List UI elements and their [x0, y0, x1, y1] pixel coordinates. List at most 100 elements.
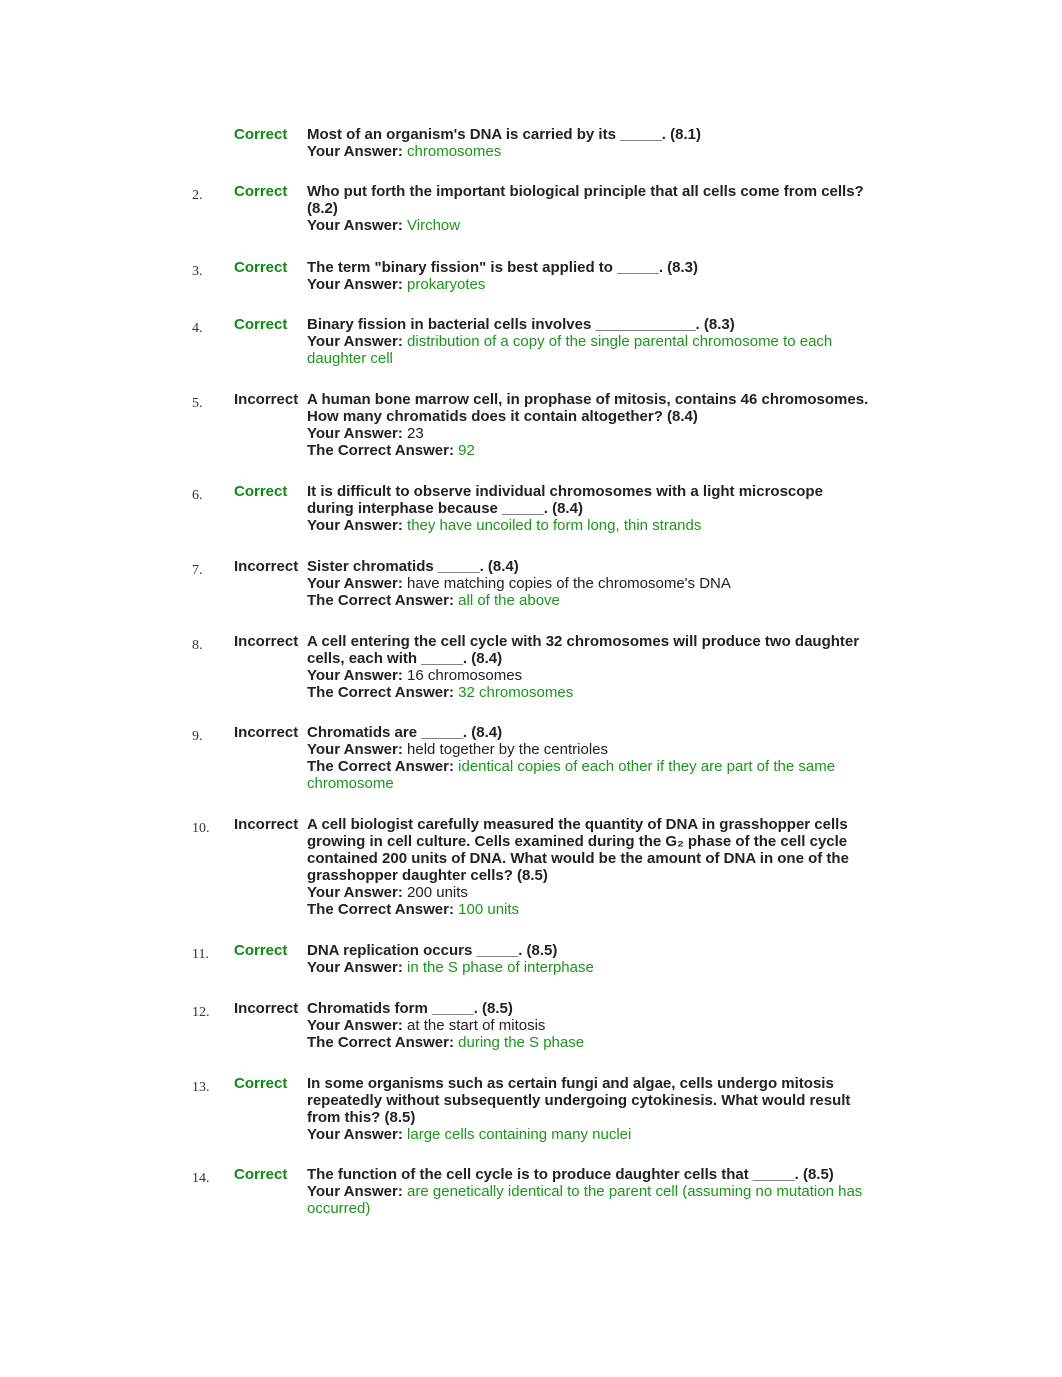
question-body: Most of an organism's DNA is carried by …	[307, 126, 872, 160]
your-answer-line: Your Answer: chromosomes	[307, 143, 872, 160]
question-text: Sister chromatids _____. (8.4)	[307, 558, 519, 575]
question-number: 3.	[192, 264, 203, 279]
correct-answer-line: The Correct Answer: during the S phase	[307, 1034, 872, 1051]
your-answer-line: Your Answer: held together by the centri…	[307, 741, 872, 758]
question-body: A cell entering the cell cycle with 32 c…	[307, 633, 872, 701]
correct-answer-line: The Correct Answer: 92	[307, 442, 872, 459]
your-answer-value: Virchow	[407, 217, 461, 234]
your-answer-line: Your Answer: they have uncoiled to form …	[307, 517, 872, 534]
question-text: DNA replication occurs _____. (8.5)	[307, 942, 558, 959]
your-answer-value: in the S phase of interphase	[407, 959, 594, 976]
result-status: Incorrect	[234, 633, 299, 650]
question-text: Chromatids form _____. (8.5)	[307, 1000, 513, 1017]
your-answer-value: held together by the centrioles	[407, 741, 608, 758]
correct-answer-line: The Correct Answer: identical copies of …	[307, 758, 872, 792]
question-text: Most of an organism's DNA is carried by …	[307, 126, 701, 143]
question-number: 6.	[192, 488, 203, 503]
question-number: 2.	[192, 188, 203, 203]
correct-answer-label: The Correct Answer:	[307, 901, 454, 918]
question-body: The term "binary fission" is best applie…	[307, 259, 872, 293]
your-answer-value: 16 chromosomes	[407, 667, 523, 684]
question-body: DNA replication occurs _____. (8.5) Your…	[307, 942, 872, 976]
your-answer-line: Your Answer: are genetically identical t…	[307, 1183, 872, 1217]
result-status: Correct	[234, 1166, 288, 1183]
your-answer-label: Your Answer:	[307, 1017, 403, 1034]
your-answer-line: Your Answer: have matching copies of the…	[307, 575, 872, 592]
your-answer-line: Your Answer: 23	[307, 425, 872, 442]
correct-answer-label: The Correct Answer:	[307, 592, 454, 609]
your-answer-value: chromosomes	[407, 143, 502, 160]
question-text: In some organisms such as certain fungi …	[307, 1075, 851, 1126]
your-answer-line: Your Answer: large cells containing many…	[307, 1126, 872, 1143]
your-answer-label: Your Answer:	[307, 276, 403, 293]
correct-answer-label: The Correct Answer:	[307, 442, 454, 459]
question-text: The term "binary fission" is best applie…	[307, 259, 699, 276]
correct-answer-label: The Correct Answer:	[307, 684, 454, 701]
result-status: Correct	[234, 483, 288, 500]
correct-answer-value: 32 chromosomes	[458, 684, 574, 701]
your-answer-label: Your Answer:	[307, 741, 403, 758]
quiz-results-page: Correct Most of an organism's DNA is car…	[0, 0, 1062, 1377]
question-text: It is difficult to observe individual ch…	[307, 483, 823, 517]
question-number: 11.	[192, 947, 209, 962]
your-answer-line: Your Answer: in the S phase of interphas…	[307, 959, 872, 976]
question-number: 5.	[192, 396, 203, 411]
question-body: Binary fission in bacterial cells involv…	[307, 316, 872, 367]
your-answer-label: Your Answer:	[307, 1183, 403, 1200]
your-answer-value: 23	[407, 425, 424, 442]
question-text: The function of the cell cycle is to pro…	[307, 1166, 834, 1183]
your-answer-label: Your Answer:	[307, 333, 403, 350]
question-body: The function of the cell cycle is to pro…	[307, 1166, 872, 1217]
question-number: 9.	[192, 729, 203, 744]
your-answer-line: Your Answer: Virchow	[307, 217, 872, 234]
question-text: A cell biologist carefully measured the …	[307, 816, 849, 884]
question-body: Sister chromatids _____. (8.4) Your Answ…	[307, 558, 872, 609]
your-answer-value: large cells containing many nuclei	[407, 1126, 632, 1143]
result-status: Correct	[234, 126, 288, 143]
question-number: 13.	[192, 1080, 210, 1095]
question-number: 8.	[192, 638, 203, 653]
your-answer-label: Your Answer:	[307, 425, 403, 442]
question-text: A human bone marrow cell, in prophase of…	[307, 391, 869, 425]
your-answer-label: Your Answer:	[307, 143, 403, 160]
result-status: Correct	[234, 316, 288, 333]
question-text: A cell entering the cell cycle with 32 c…	[307, 633, 860, 667]
your-answer-value: prokaryotes	[407, 276, 486, 293]
question-number: 12.	[192, 1005, 210, 1020]
result-status: Correct	[234, 1075, 288, 1092]
question-text: Binary fission in bacterial cells involv…	[307, 316, 735, 333]
your-answer-label: Your Answer:	[307, 667, 403, 684]
your-answer-label: Your Answer:	[307, 575, 403, 592]
question-body: Chromatids are _____. (8.4) Your Answer:…	[307, 724, 872, 792]
correct-answer-line: The Correct Answer: 100 units	[307, 901, 872, 918]
your-answer-line: Your Answer: prokaryotes	[307, 276, 872, 293]
result-status: Correct	[234, 183, 288, 200]
your-answer-label: Your Answer:	[307, 517, 403, 534]
correct-answer-label: The Correct Answer:	[307, 1034, 454, 1051]
question-number: 14.	[192, 1171, 210, 1186]
your-answer-label: Your Answer:	[307, 217, 403, 234]
question-body: A human bone marrow cell, in prophase of…	[307, 391, 872, 459]
your-answer-value: at the start of mitosis	[407, 1017, 546, 1034]
question-text: Who put forth the important biological p…	[307, 183, 864, 217]
result-status: Incorrect	[234, 558, 299, 575]
result-status: Incorrect	[234, 724, 299, 741]
your-answer-value: have matching copies of the chromosome's…	[407, 575, 731, 592]
question-body: In some organisms such as certain fungi …	[307, 1075, 872, 1143]
your-answer-label: Your Answer:	[307, 1126, 403, 1143]
your-answer-line: Your Answer: 16 chromosomes	[307, 667, 872, 684]
your-answer-value: they have uncoiled to form long, thin st…	[407, 517, 702, 534]
result-status: Correct	[234, 259, 288, 276]
correct-answer-value: 92	[458, 442, 475, 459]
your-answer-line: Your Answer: 200 units	[307, 884, 872, 901]
correct-answer-line: The Correct Answer: 32 chromosomes	[307, 684, 872, 701]
question-number: 7.	[192, 563, 203, 578]
your-answer-label: Your Answer:	[307, 959, 403, 976]
your-answer-value: 200 units	[407, 884, 468, 901]
correct-answer-value: 100 units	[458, 901, 520, 918]
result-status: Incorrect	[234, 1000, 299, 1017]
question-body: Chromatids form _____. (8.5) Your Answer…	[307, 1000, 872, 1051]
result-status: Incorrect	[234, 391, 299, 408]
your-answer-label: Your Answer:	[307, 884, 403, 901]
correct-answer-value: all of the above	[458, 592, 560, 609]
